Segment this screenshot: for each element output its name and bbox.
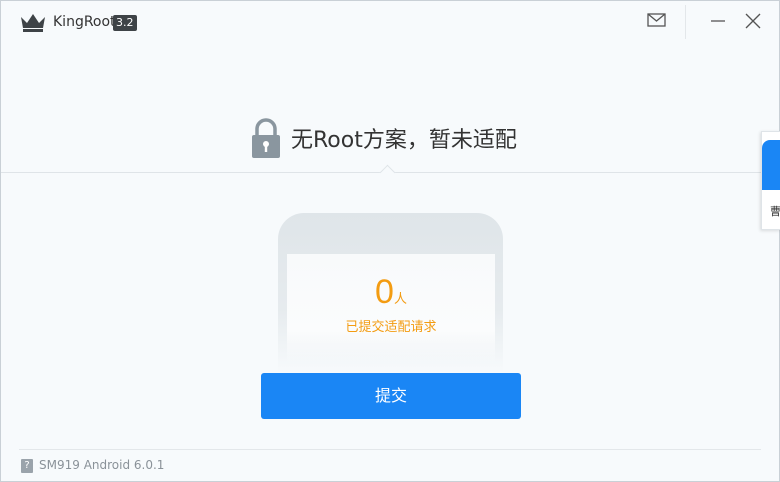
titlebar-separator [685,5,686,39]
request-counter: 0人 [287,273,495,312]
mail-icon [647,13,666,27]
count-unit: 人 [393,292,407,307]
side-widget-text: 曹 [770,205,780,218]
version-badge: 3.2 [113,15,137,31]
mail-button[interactable] [643,9,671,33]
submit-button[interactable]: 提交 [261,373,521,419]
side-widget-tab [762,140,780,190]
minimize-button[interactable] [705,9,733,33]
count-label: 已提交适配请求 [345,320,437,335]
page-headline: 无Root方案，暂未适配 [291,128,517,153]
lock-icon [252,118,280,158]
help-icon[interactable]: ? [21,459,33,473]
crown-logo-icon [21,14,45,32]
footer-divider [19,449,761,450]
kingroot-window: KingRoot 3.2 无Root方案，暂未适配 0人 已提交适配请求 提交 … [0,0,780,482]
app-name: KingRoot [53,14,116,30]
divider-notch [379,164,396,181]
device-info: SM919 Android 6.0.1 [39,458,165,472]
side-widget[interactable]: 曹 [761,131,780,230]
close-icon [745,13,761,29]
close-button[interactable] [739,9,767,33]
request-count: 0 [375,273,394,311]
minimize-icon [711,20,725,22]
title-bar[interactable]: KingRoot 3.2 [1,1,779,41]
